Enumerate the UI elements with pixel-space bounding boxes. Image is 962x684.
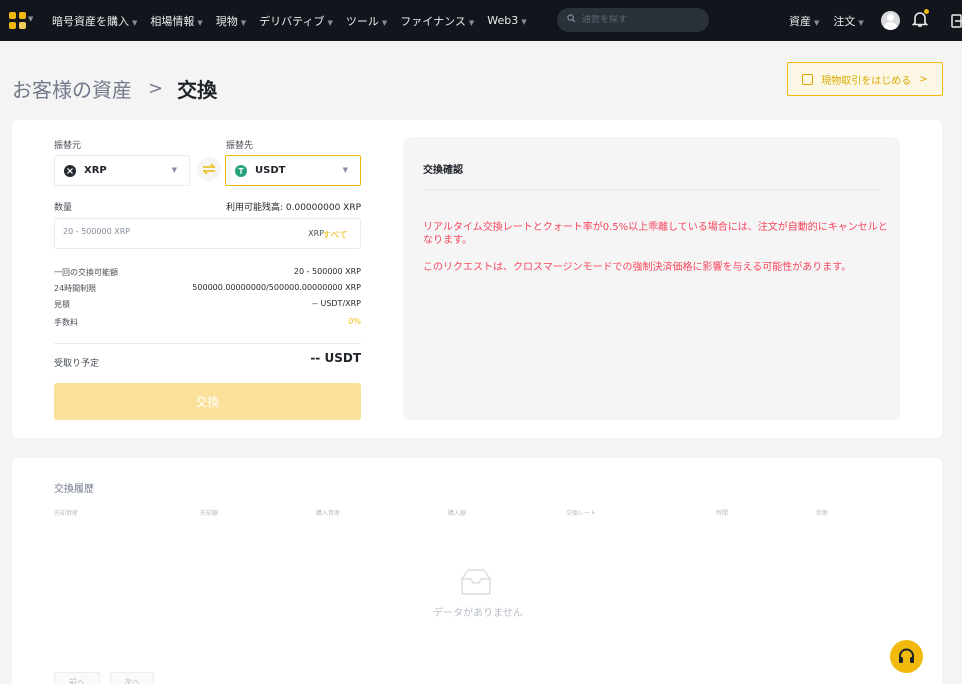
chevron-down-icon: ▼ xyxy=(327,18,333,27)
nav-item-tools[interactable]: ツール ▼ xyxy=(346,13,387,29)
breadcrumb: お客様の資産 > 交換 xyxy=(12,74,217,103)
nav-label: ファイナンス xyxy=(400,14,466,28)
main-nav: 暗号資産を購入 ▼ 相場情報 ▼ 現物 ▼ デリバティブ ▼ ツール ▼ ファイナンス ▼ … xyxy=(52,0,540,41)
top-nav-bar: ▼ 暗号資産を購入 ▼ 相場情報 ▼ 現物 ▼ デリバティブ ▼ ツール ▼ ファイナンス… xyxy=(0,0,962,41)
convert-card: 振替元 振替先 XRP ▼ USDT ▼ 数量 利用可能残高: 0.000000… xyxy=(12,120,942,438)
detail-row: 24時間制限 500000.00000000/500000.00000000 X… xyxy=(54,283,361,294)
column-header: 交換レート xyxy=(566,510,597,517)
nav-item-markets[interactable]: 相場情報 ▼ xyxy=(150,13,202,29)
chevron-down-icon: ▼ xyxy=(240,18,247,27)
nav-label: ツール xyxy=(345,14,379,28)
detail-label: 手数料 xyxy=(54,318,78,327)
nav-label: 現物 xyxy=(215,14,238,28)
nav-item-buy-crypto[interactable]: 暗号資産を購入 ▼ xyxy=(52,13,137,29)
max-amount-link[interactable]: すべて xyxy=(322,228,348,241)
chevron-down-icon: ▼ xyxy=(521,18,527,26)
nav-label: デリバティブ xyxy=(259,14,325,28)
avatar[interactable] xyxy=(881,11,900,30)
amount-input[interactable] xyxy=(63,227,263,236)
chevron-down-icon: ▼ xyxy=(468,18,475,27)
detail-label: 24時間制限 xyxy=(54,284,97,293)
nav-label: 暗号資産を購入 xyxy=(52,14,129,28)
to-coin-name: USDT xyxy=(255,165,286,176)
column-header: 売却資産 xyxy=(54,510,79,517)
spot-button-label: 現物取引をはじめる xyxy=(821,75,912,87)
chevron-right-icon: > xyxy=(919,73,928,85)
notification-dot xyxy=(924,9,929,14)
amount-field[interactable]: XRP すべて xyxy=(54,218,361,249)
prev-page-button[interactable]: 前へ xyxy=(54,672,100,684)
xrp-coin-icon xyxy=(64,164,76,177)
swap-icon[interactable] xyxy=(197,157,221,181)
nav-item-derivatives[interactable]: デリバティブ ▼ xyxy=(259,13,333,29)
confirm-panel: 交換確認 リアルタイム交換レートとクォート率が0.5%以上乖離している場合には、… xyxy=(403,137,900,420)
chevron-down-icon[interactable]: ▼ xyxy=(28,15,33,23)
nav-item-orders[interactable]: 注文 ▼ xyxy=(833,13,863,29)
detail-row: 見積 -- USDT/XRP xyxy=(54,299,361,310)
column-header: 時間 xyxy=(716,510,729,517)
nav-item-assets[interactable]: 資産 ▼ xyxy=(789,13,819,29)
chevron-down-icon: ▼ xyxy=(814,18,820,27)
column-header: 売却額 xyxy=(200,510,219,517)
headset-icon xyxy=(899,648,914,663)
divider xyxy=(423,189,880,190)
to-coin-select[interactable]: USDT ▼ xyxy=(225,155,361,186)
detail-value: 20 - 500000 XRP xyxy=(293,267,361,276)
binance-logo-icon[interactable] xyxy=(9,12,27,30)
chart-icon xyxy=(802,73,814,85)
nav-label: 注文 xyxy=(833,14,856,28)
next-page-button[interactable]: 次へ xyxy=(110,672,154,684)
history-title: 交換履歴 xyxy=(54,484,94,495)
detail-value: 500000.00000000/500000.00000000 XRP xyxy=(192,283,361,292)
page-title: 交換 xyxy=(177,78,218,102)
search-icon xyxy=(567,14,576,26)
detail-label: 一回の交換可能額 xyxy=(54,268,118,277)
detail-row: 手数料 0% xyxy=(54,317,361,328)
nav-item-spot[interactable]: 現物 ▼ xyxy=(216,13,246,29)
divider xyxy=(54,343,361,344)
from-label: 振替元 xyxy=(54,141,82,151)
search-input[interactable] xyxy=(582,15,692,25)
usdt-coin-icon xyxy=(235,164,247,177)
warning-text: リアルタイム交換レートとクォート率が0.5%以上乖離している場合には、注文が自動… xyxy=(423,222,888,246)
start-spot-trading-button[interactable]: 現物取引をはじめる > xyxy=(787,62,943,96)
amount-label: 数量 xyxy=(54,203,73,213)
column-header: 購入資産 xyxy=(316,510,341,517)
available-balance: 利用可能残高: 0.00000000 XRP xyxy=(226,203,361,213)
receive-value: -- USDT xyxy=(310,351,361,365)
nav-item-web3[interactable]: Web3 ▼ xyxy=(487,14,526,27)
nav-label: Web3 xyxy=(487,14,519,27)
exchange-button[interactable]: 交換 xyxy=(54,383,361,420)
chevron-down-icon: ▼ xyxy=(858,18,864,27)
receive-label: 受取り予定 xyxy=(54,359,100,369)
chevron-down-icon: ▼ xyxy=(132,18,138,27)
support-chat-button[interactable] xyxy=(890,640,923,673)
chevron-down-icon: ▼ xyxy=(381,18,388,27)
detail-value: 0% xyxy=(348,317,361,326)
nav-label: 相場情報 xyxy=(150,14,195,28)
chevron-down-icon: ▼ xyxy=(171,166,177,174)
empty-state-text: データがありません xyxy=(433,608,523,619)
search-box[interactable] xyxy=(557,8,709,32)
empty-box-icon xyxy=(461,569,491,595)
download-icon[interactable] xyxy=(951,14,962,28)
detail-label: 見積 xyxy=(54,300,70,309)
from-coin-select[interactable]: XRP ▼ xyxy=(54,155,190,186)
breadcrumb-parent[interactable]: お客様の資産 xyxy=(12,74,132,103)
column-header: 購入額 xyxy=(448,510,467,517)
chevron-down-icon: ▼ xyxy=(342,166,348,174)
account-nav: 資産 ▼ 注文 ▼ xyxy=(789,0,878,41)
chevron-down-icon: ▼ xyxy=(197,18,203,27)
warning-text: このリクエストは、クロスマージンモードでの強制決済価格に影響を与える可能性があり… xyxy=(423,262,852,273)
detail-row: 一回の交換可能額 20 - 500000 XRP xyxy=(54,267,361,278)
breadcrumb-separator: > xyxy=(148,78,164,99)
nav-item-finance[interactable]: ファイナンス ▼ xyxy=(400,13,474,29)
detail-value: -- USDT/XRP xyxy=(312,299,361,308)
confirm-title: 交換確認 xyxy=(423,165,463,176)
from-coin-name: XRP xyxy=(84,165,107,176)
to-label: 振替先 xyxy=(226,141,254,151)
nav-label: 資産 xyxy=(789,14,811,28)
column-header: 状態 xyxy=(816,510,829,517)
history-card: 交換履歴 売却資産 売却額 購入資産 購入額 交換レート 時間 状態 データがあ… xyxy=(12,458,942,684)
